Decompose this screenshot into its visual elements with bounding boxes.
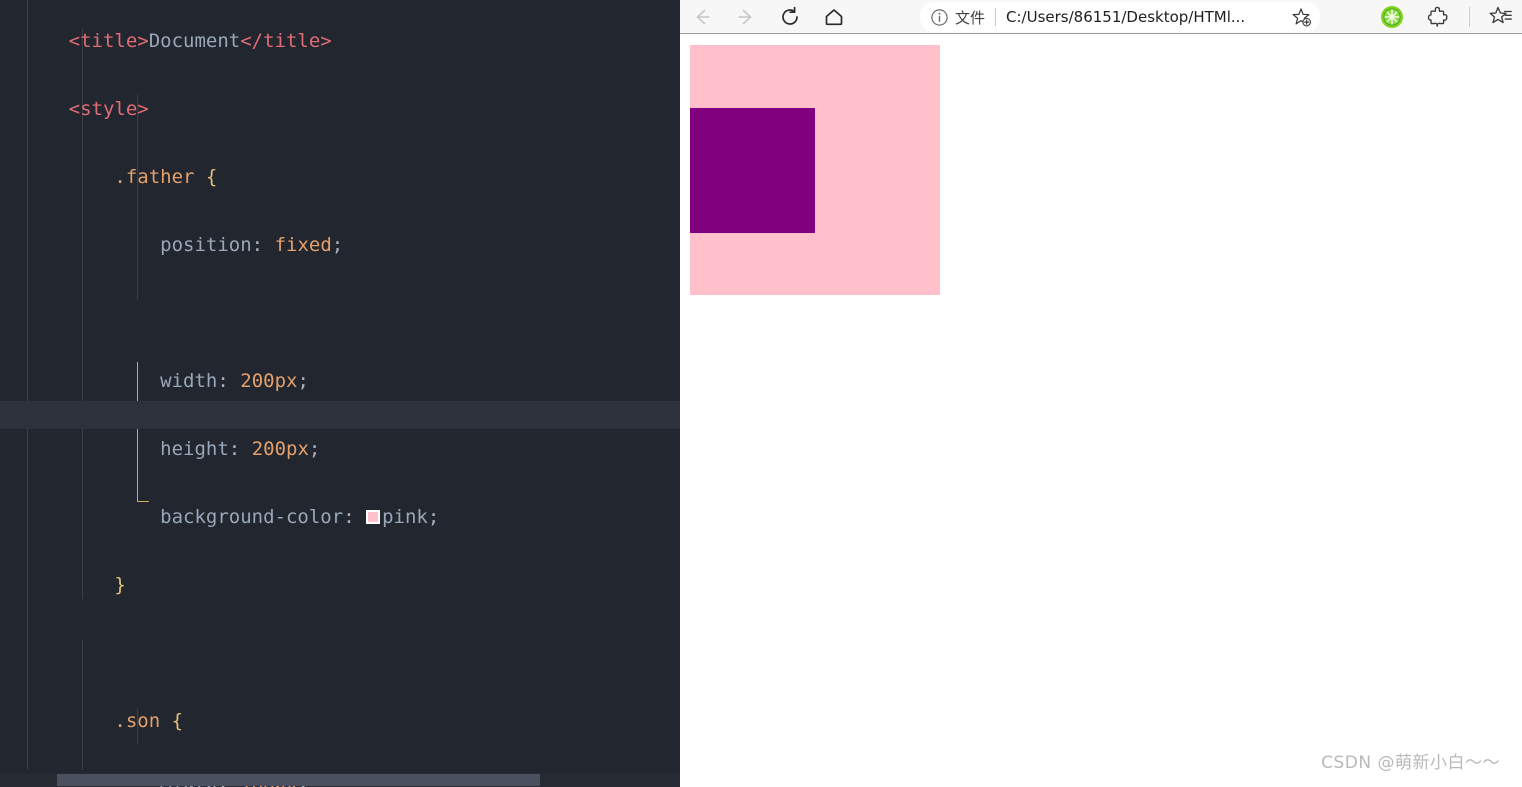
token-semicolon: ; <box>331 234 344 256</box>
token-semicolon: ; <box>308 438 321 460</box>
rendered-page-viewport: CSDN @萌新小白～～ <box>680 35 1522 787</box>
collections-star-icon[interactable] <box>1486 2 1516 32</box>
home-button[interactable] <box>812 1 856 33</box>
token-brace-open: { <box>205 166 218 188</box>
token-brace-open: { <box>171 710 184 732</box>
code-line[interactable]: background-color: pink; <box>0 500 680 534</box>
toolbar-separator <box>1469 7 1470 27</box>
code-editor-pane[interactable]: <title>Document</title> <style> .father … <box>0 0 680 787</box>
code-line[interactable]: .father { <box>0 160 680 194</box>
token-prop-width: width <box>160 370 218 392</box>
arrow-right-icon <box>738 9 752 24</box>
token-val-200px: 200px <box>240 370 298 392</box>
home-icon <box>825 8 843 25</box>
token-selector-son: .son <box>114 710 161 732</box>
token-prop-background-color: background-color <box>160 506 344 528</box>
color-swatch-pink-icon[interactable] <box>366 510 381 524</box>
father-box <box>690 45 940 295</box>
url-text[interactable]: C:/Users/86151/Desktop/HTMl... <box>1006 8 1284 26</box>
token-val-fixed: fixed <box>274 234 332 256</box>
son-box <box>690 108 815 233</box>
screenshot-root: <title>Document</title> <style> .father … <box>0 0 1522 787</box>
token-colon: : <box>251 234 264 256</box>
token-colon: : <box>217 370 229 392</box>
omnibox-divider <box>995 8 997 26</box>
browser-toolbar: 文件 C:/Users/86151/Desktop/HTMl... <box>680 0 1522 34</box>
url-scheme-label: 文件 <box>955 8 986 27</box>
puzzle-extensions-icon[interactable] <box>1423 2 1453 32</box>
refresh-icon <box>782 6 798 25</box>
code-line-blank[interactable] <box>0 636 680 670</box>
token-title-text: Document <box>148 30 241 52</box>
add-favorite-star-icon[interactable] <box>1290 6 1312 28</box>
forward-button[interactable] <box>724 1 768 33</box>
token-colon: : <box>343 506 355 528</box>
toolbar-extensions-area <box>1377 1 1516 33</box>
csdn-watermark: CSDN @萌新小白～～ <box>1321 753 1500 773</box>
editor-horizontal-scrollbar[interactable] <box>0 773 680 787</box>
scrollbar-thumb[interactable] <box>57 774 540 786</box>
code-line[interactable]: <title>Document</title> <box>0 24 680 58</box>
token-prop-height: height <box>160 438 229 460</box>
address-bar[interactable]: 文件 C:/Users/86151/Desktop/HTMl... <box>920 2 1320 32</box>
back-button[interactable] <box>680 1 724 33</box>
info-circle-icon[interactable] <box>930 8 949 27</box>
code-line[interactable]: } <box>0 568 680 602</box>
browser-pane: 文件 C:/Users/86151/Desktop/HTMl... CSDN @… <box>680 0 1522 787</box>
token-semicolon: ; <box>297 370 309 392</box>
token-brace-close: } <box>114 574 126 596</box>
token-selector-father: .father <box>114 166 195 188</box>
token-title-open: <title> <box>68 30 149 52</box>
token-val-200px: 200px <box>251 438 309 460</box>
code-line[interactable]: <style> <box>0 92 680 126</box>
arrow-left-icon <box>696 9 710 24</box>
refresh-button[interactable] <box>768 1 812 33</box>
code-line[interactable]: position: fixed; <box>0 228 680 262</box>
token-semicolon: ; <box>427 506 440 528</box>
code-line[interactable]: height: 200px; <box>0 432 680 466</box>
code-line[interactable]: width: 200px; <box>0 364 680 398</box>
token-title-close: </title> <box>240 30 332 52</box>
lime-extension-icon[interactable] <box>1377 2 1407 32</box>
token-val-pink: pink <box>382 506 428 528</box>
code-line-blank[interactable] <box>0 296 680 330</box>
code-text[interactable]: <title>Document</title> <style> .father … <box>0 0 680 787</box>
token-colon: : <box>228 438 241 460</box>
token-style-open: <style> <box>68 98 149 120</box>
code-line[interactable]: .son { <box>0 704 680 738</box>
token-prop-position: position <box>160 234 252 256</box>
